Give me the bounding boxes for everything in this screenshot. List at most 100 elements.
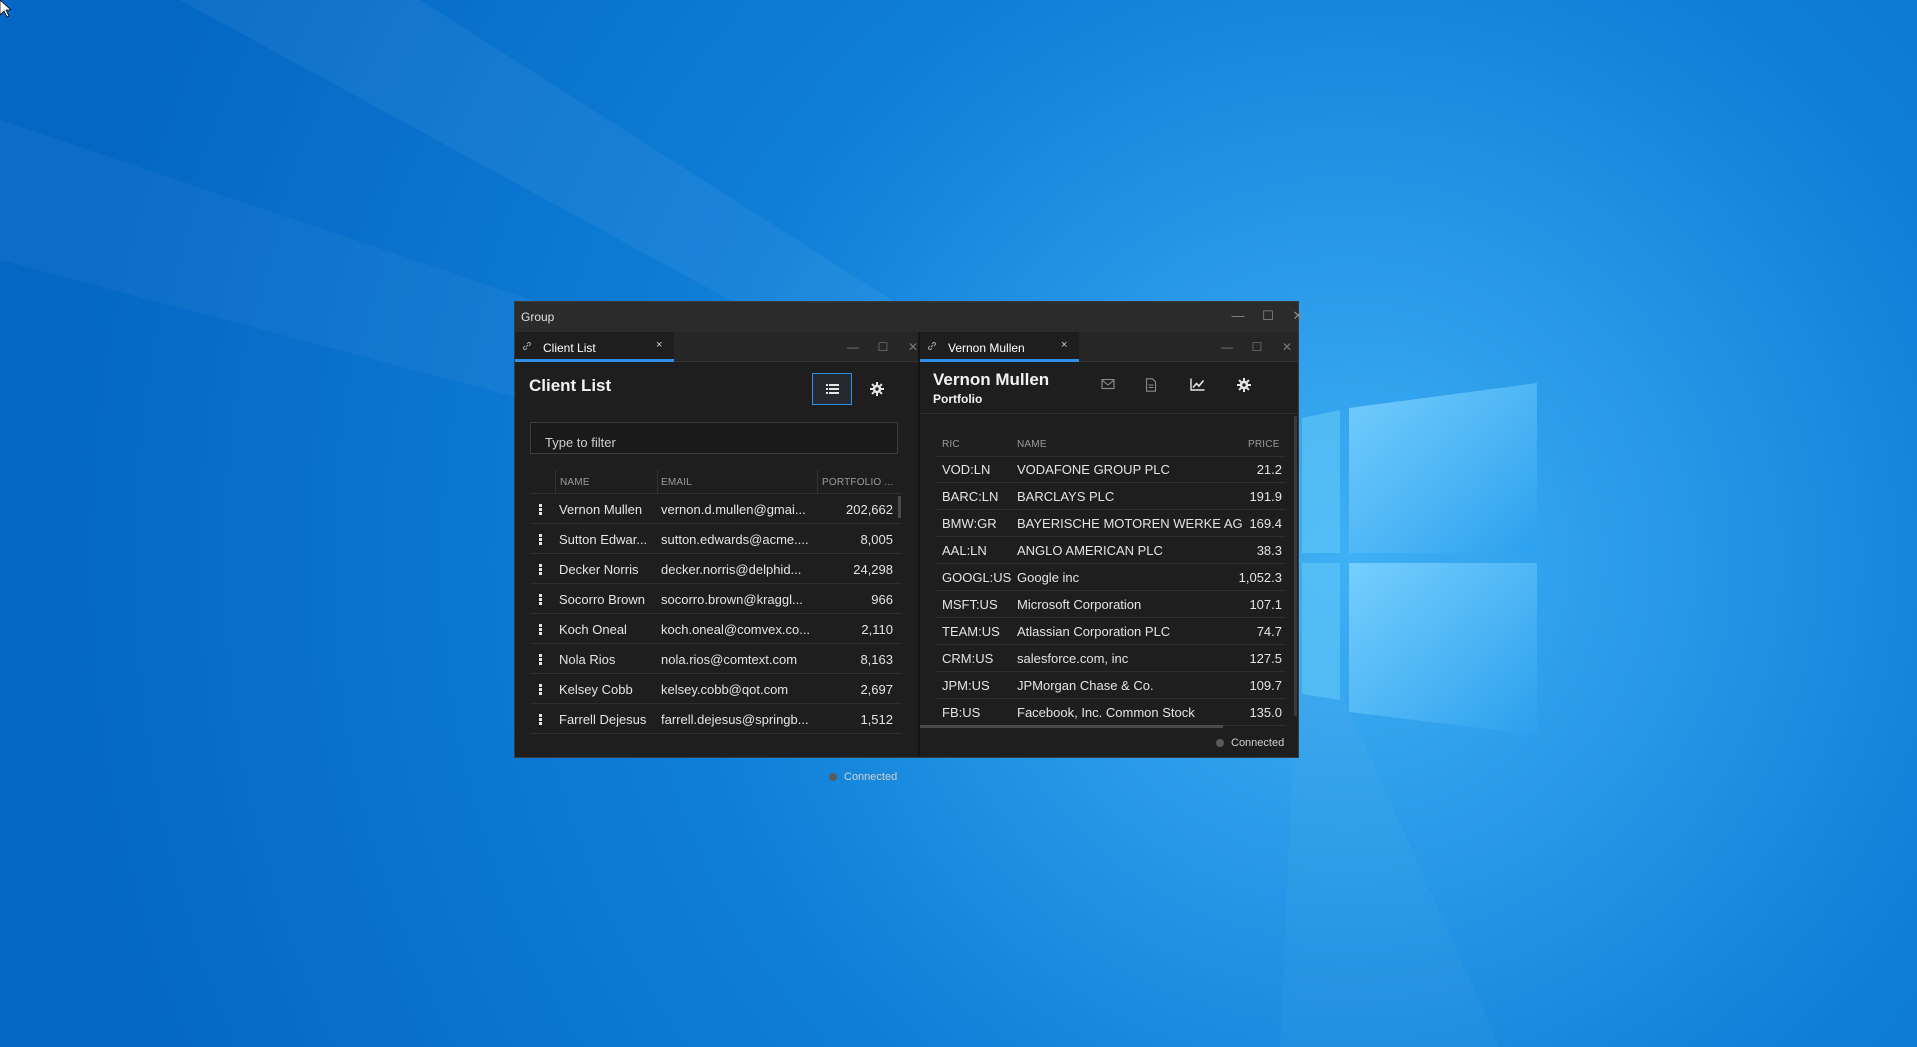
group-maximize-button[interactable]: ☐ bbox=[1253, 302, 1283, 330]
row-menu-icon[interactable] bbox=[539, 624, 542, 635]
tab-vernon-mullen[interactable]: Vernon Mullen × bbox=[920, 332, 1079, 362]
list-view-icon bbox=[826, 384, 839, 394]
mouse-cursor-icon bbox=[0, 0, 12, 18]
row-menu-icon[interactable] bbox=[539, 684, 542, 695]
row-menu-icon[interactable] bbox=[539, 534, 542, 545]
table-row[interactable]: Farrell Dejesus farrell.dejesus@springb..… bbox=[530, 704, 902, 734]
portfolio-connection-status: Connected bbox=[1231, 737, 1285, 749]
tab-client-list[interactable]: Client List × bbox=[515, 332, 674, 362]
tab-active-indicator bbox=[515, 359, 674, 362]
client-portfolio-cell: 1,512 bbox=[860, 712, 893, 727]
client-list-settings-button[interactable] bbox=[857, 373, 897, 405]
holding-ric-cell: BMW:GR bbox=[942, 516, 997, 531]
portfolio-client-name: Vernon Mullen bbox=[933, 370, 1050, 389]
table-row[interactable]: JPM:US JPMorgan Chase & Co. 109.7 bbox=[936, 672, 1286, 699]
table-row[interactable]: MSFT:US Microsoft Corporation 107.1 bbox=[936, 591, 1286, 618]
table-row[interactable]: FB:US Facebook, Inc. Common Stock 135.0 bbox=[936, 699, 1286, 726]
table-row[interactable]: Socorro Brown socorro.brown@kraggl... 966 bbox=[530, 584, 902, 614]
holdings-horizontal-scrollbar[interactable] bbox=[920, 725, 1223, 728]
holding-price-cell: 38.3 bbox=[1256, 543, 1282, 558]
table-row[interactable]: Koch Oneal koch.oneal@comvex.co... 2,110 bbox=[530, 614, 902, 644]
client-name-cell: Decker Norris bbox=[559, 562, 639, 577]
column-header-name[interactable]: NAME bbox=[560, 477, 590, 488]
holding-ric-cell: FB:US bbox=[942, 705, 981, 720]
group-titlebar[interactable]: Group — ☐ ✕ bbox=[515, 302, 1303, 332]
table-row[interactable]: BARC:LN BARCLAYS PLC 191.9 bbox=[936, 483, 1286, 510]
client-email-cell: kelsey.cobb@qot.com bbox=[661, 682, 789, 697]
table-row[interactable]: TEAM:US Atlassian Corporation PLC 74.7 bbox=[936, 618, 1286, 645]
holding-name-cell: Facebook, Inc. Common Stock bbox=[1017, 705, 1195, 720]
portfolio-settings-button[interactable] bbox=[1224, 369, 1264, 401]
table-row[interactable]: Decker Norris decker.norris@delphid... 24,… bbox=[530, 554, 902, 584]
table-row[interactable]: CRM:US salesforce.com, inc 127.5 bbox=[936, 645, 1286, 672]
table-row[interactable]: AAL:LN ANGLO AMERICAN PLC 38.3 bbox=[936, 537, 1286, 564]
client-list-minimize-button[interactable]: — bbox=[838, 332, 868, 362]
chart-button[interactable] bbox=[1177, 369, 1217, 401]
tab-vernon-mullen-close-button[interactable]: × bbox=[1061, 339, 1067, 351]
link-icon bbox=[522, 341, 532, 351]
holding-ric-cell: JPM:US bbox=[942, 678, 990, 693]
row-menu-icon[interactable] bbox=[539, 714, 542, 725]
holding-ric-cell: MSFT:US bbox=[942, 597, 998, 612]
client-name-cell: Sutton Edwar... bbox=[559, 532, 648, 547]
row-menu-icon[interactable] bbox=[539, 564, 542, 575]
row-menu-icon[interactable] bbox=[539, 594, 542, 605]
line-chart-icon bbox=[1190, 378, 1205, 391]
column-header-name[interactable]: NAME bbox=[1017, 439, 1047, 450]
portfolio-close-button[interactable]: ✕ bbox=[1272, 332, 1302, 362]
email-client-button[interactable] bbox=[1088, 369, 1128, 401]
table-row[interactable]: GOOGL:US Google inc 1,052.3 bbox=[936, 564, 1286, 591]
holding-ric-cell: TEAM:US bbox=[942, 624, 1000, 639]
table-row[interactable]: VOD:LN VODAFONE GROUP PLC 21.2 bbox=[936, 456, 1286, 483]
client-email-cell: nola.rios@comtext.com bbox=[661, 652, 798, 667]
column-header-email[interactable]: EMAIL bbox=[661, 477, 692, 488]
table-row[interactable]: Kelsey Cobb kelsey.cobb@qot.com 2,697 bbox=[530, 674, 902, 704]
row-menu-icon[interactable] bbox=[539, 504, 542, 515]
tab-client-list-close-button[interactable]: × bbox=[656, 339, 662, 351]
client-table-header: NAME EMAIL PORTFOLIO ... bbox=[530, 470, 902, 494]
tab-active-indicator bbox=[920, 359, 1079, 362]
client-portfolio-cell: 2,110 bbox=[861, 622, 893, 637]
header-divider bbox=[920, 413, 1298, 414]
group-minimize-button[interactable]: — bbox=[1223, 302, 1253, 330]
table-row[interactable]: Nola Rios nola.rios@comtext.com 8,163 bbox=[530, 644, 902, 674]
client-name-cell: Farrell Dejesus bbox=[559, 712, 647, 727]
holding-price-cell: 107.1 bbox=[1249, 597, 1282, 612]
client-portfolio-cell: 202,662 bbox=[846, 502, 893, 517]
portfolio-pane: Vernon Mullen × — ☐ ✕ Vernon Mullen Port… bbox=[920, 332, 1298, 757]
gear-icon bbox=[1237, 378, 1251, 392]
column-header-portfolio[interactable]: PORTFOLIO ... bbox=[822, 477, 893, 488]
holding-name-cell: Atlassian Corporation PLC bbox=[1017, 624, 1171, 639]
table-row[interactable]: Vernon Mullen vernon.d.mullen@gmai... 202,… bbox=[530, 494, 902, 524]
column-header-price[interactable]: PRICE bbox=[1248, 439, 1280, 450]
holding-name-cell: BAYERISCHE MOTOREN WERKE AG bbox=[1017, 516, 1243, 531]
client-list-title: Client List bbox=[529, 376, 612, 395]
holding-price-cell: 135.0 bbox=[1249, 705, 1282, 720]
portfolio-maximize-button[interactable]: ☐ bbox=[1242, 332, 1272, 362]
client-list-maximize-button[interactable]: ☐ bbox=[868, 332, 898, 362]
client-name-cell: Koch Oneal bbox=[559, 622, 627, 637]
group-close-button[interactable]: ✕ bbox=[1283, 302, 1313, 330]
connection-status-dot bbox=[1216, 739, 1224, 747]
table-row[interactable]: Sutton Edwar... sutton.edwards@acme.... 8,… bbox=[530, 524, 902, 554]
row-menu-icon[interactable] bbox=[539, 654, 542, 665]
client-filter-input[interactable] bbox=[530, 422, 898, 454]
holdings-vertical-scrollbar[interactable] bbox=[1294, 416, 1297, 716]
table-row[interactable]: BMW:GR BAYERISCHE MOTOREN WERKE AG 169.4 bbox=[936, 510, 1286, 537]
portfolio-minimize-button[interactable]: — bbox=[1212, 332, 1242, 362]
client-name-cell: Socorro Brown bbox=[559, 592, 645, 607]
list-view-toggle-button[interactable] bbox=[812, 373, 852, 405]
holding-price-cell: 191.9 bbox=[1249, 489, 1282, 504]
client-portfolio-cell: 8,005 bbox=[860, 532, 893, 547]
holding-ric-cell: AAL:LN bbox=[942, 543, 987, 558]
portfolio-tabstrip: Vernon Mullen × — ☐ ✕ bbox=[920, 332, 1298, 362]
column-header-ric[interactable]: RIC bbox=[942, 439, 960, 450]
client-table: NAME EMAIL PORTFOLIO ... Vernon Mullen ve… bbox=[530, 470, 902, 740]
link-icon bbox=[927, 341, 937, 351]
client-email-cell: socorro.brown@kraggl... bbox=[661, 592, 803, 607]
holding-name-cell: VODAFONE GROUP PLC bbox=[1017, 462, 1170, 477]
client-table-scrollbar[interactable] bbox=[898, 496, 901, 518]
document-button[interactable] bbox=[1132, 369, 1172, 401]
group-window-title: Group bbox=[521, 310, 555, 324]
holding-name-cell: Microsoft Corporation bbox=[1017, 597, 1142, 612]
